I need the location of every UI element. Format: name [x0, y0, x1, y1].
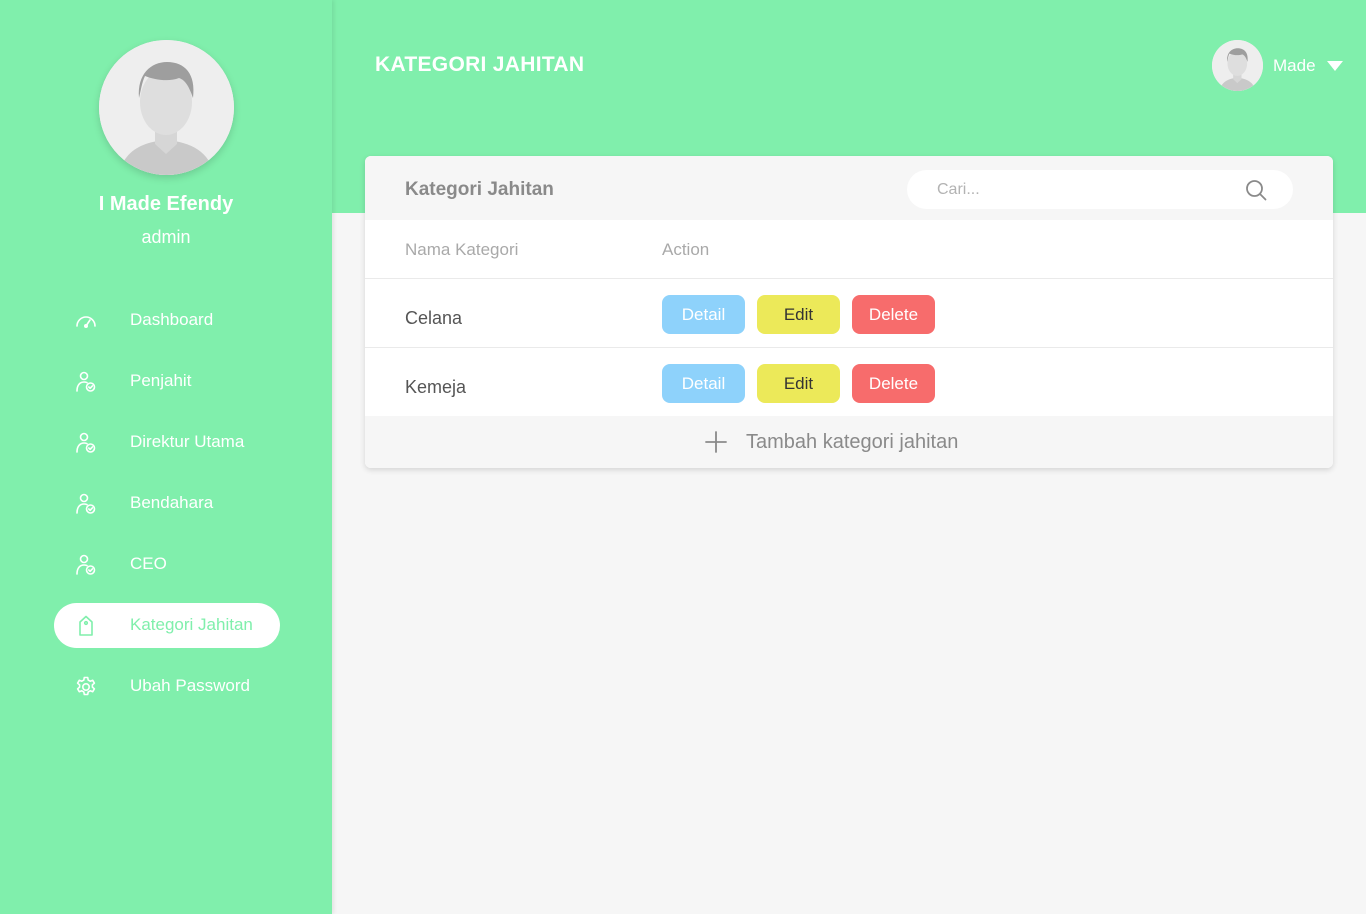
sidebar-item-penjahit[interactable]: Penjahit	[54, 359, 280, 404]
plus-icon	[704, 430, 728, 454]
gear-icon	[74, 675, 98, 699]
sidebar-item-kategori-jahitan[interactable]: Kategori Jahitan	[54, 603, 280, 648]
user-check-icon	[74, 553, 98, 577]
column-header-name: Nama Kategori	[405, 240, 519, 259]
search-box	[907, 170, 1293, 209]
sidebar-item-direktur-utama[interactable]: Direktur Utama	[54, 420, 280, 465]
user-avatar-icon	[1212, 40, 1263, 91]
user-name: Made	[1273, 55, 1316, 75]
edit-button[interactable]: Edit	[757, 364, 840, 403]
chevron-down-icon[interactable]	[1326, 60, 1343, 71]
profile-role: admin	[141, 227, 191, 247]
sidebar-item-label: Penjahit	[130, 371, 192, 390]
gauge-icon	[74, 309, 98, 333]
user-check-icon	[74, 492, 98, 516]
sidebar-item-label: Bendahara	[130, 493, 214, 512]
sidebar-item-label: Ubah Password	[130, 676, 251, 695]
delete-button[interactable]: Delete	[852, 295, 935, 334]
avatar	[1212, 40, 1263, 91]
divider	[365, 347, 1333, 348]
user-menu[interactable]: Made	[1212, 40, 1343, 91]
tag-icon	[74, 614, 98, 638]
delete-button[interactable]: Delete	[852, 364, 935, 403]
sidebar-item-dashboard[interactable]: Dashboard	[54, 298, 280, 343]
search-icon[interactable]	[1244, 178, 1268, 202]
profile-avatar	[99, 40, 234, 175]
sidebar-item-label: Direktur Utama	[130, 432, 245, 451]
row-name: Celana	[405, 308, 463, 328]
detail-button[interactable]: Detail	[662, 364, 745, 403]
category-card: Kategori Jahitan Nama Kategori Action Ce…	[365, 156, 1333, 468]
add-category-label: Tambah kategori jahitan	[746, 431, 959, 453]
card-header: Kategori Jahitan	[365, 156, 1333, 220]
detail-button[interactable]: Detail	[662, 295, 745, 334]
user-avatar-icon	[99, 40, 234, 175]
sidebar: I Made Efendy admin Dashboard Penjahit D…	[0, 0, 332, 914]
column-header-action: Action	[662, 240, 710, 259]
sidebar-item-bendahara[interactable]: Bendahara	[54, 481, 280, 526]
row-name: Kemeja	[405, 377, 467, 397]
edit-button[interactable]: Edit	[757, 295, 840, 334]
card-title: Kategori Jahitan	[405, 179, 554, 200]
add-category-button[interactable]: Tambah kategori jahitan	[365, 416, 1333, 468]
search-input[interactable]	[937, 178, 1227, 202]
user-check-icon	[74, 431, 98, 455]
sidebar-item-label: CEO	[130, 554, 167, 573]
sidebar-item-label: Dashboard	[130, 310, 214, 329]
user-check-icon	[74, 370, 98, 394]
sidebar-item-ceo[interactable]: CEO	[54, 542, 280, 587]
sidebar-item-ubah-password[interactable]: Ubah Password	[54, 664, 280, 709]
divider	[365, 278, 1333, 279]
profile-name: I Made Efendy	[98, 193, 234, 215]
sidebar-item-label: Kategori Jahitan	[130, 615, 253, 634]
page-title: KATEGORI JAHITAN	[375, 53, 585, 76]
sidebar-nav: Dashboard Penjahit Direktur Utama Bendah…	[54, 298, 280, 725]
